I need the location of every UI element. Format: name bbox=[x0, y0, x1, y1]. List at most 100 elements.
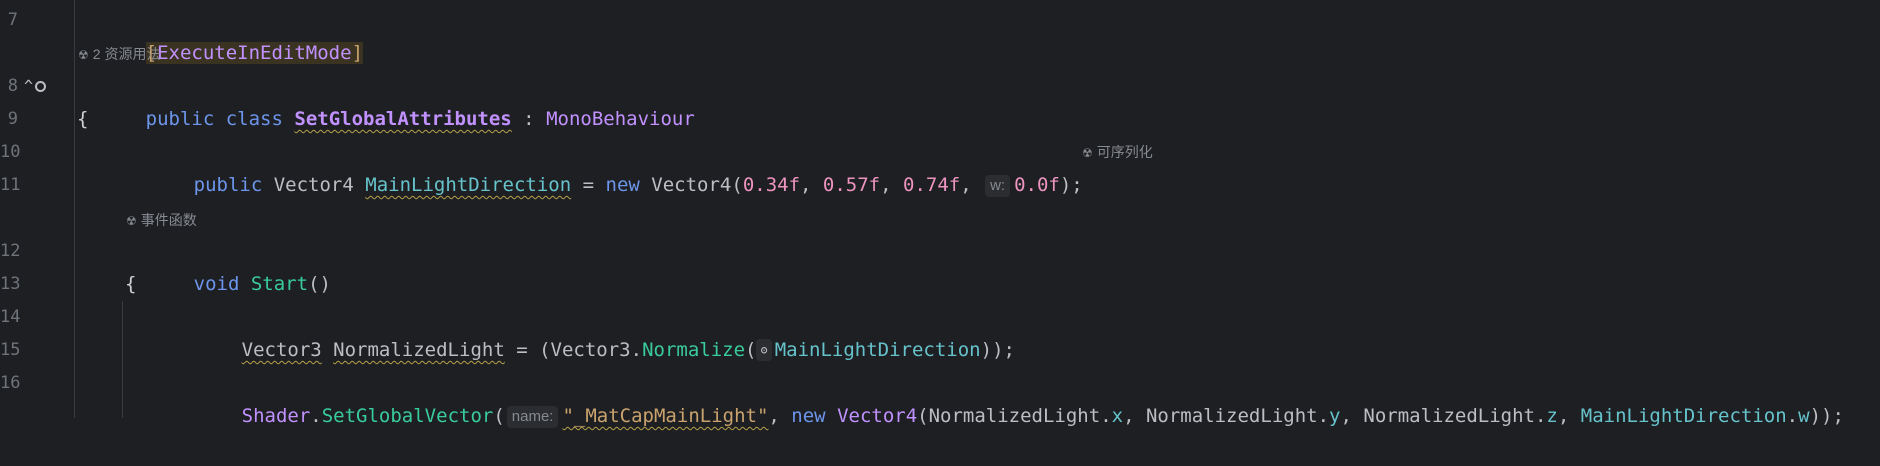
code-line-13[interactable]: { bbox=[125, 268, 136, 301]
unity-component-icon[interactable] bbox=[35, 81, 47, 92]
code-editor[interactable]: 7 8 ^ 9 10 11 12 13 14 15 16 [ExecuteInE… bbox=[0, 0, 1880, 428]
paren: ( bbox=[493, 405, 505, 427]
keyword: public bbox=[145, 108, 215, 130]
operator: = bbox=[504, 339, 540, 361]
unity-icon: ☢ bbox=[126, 214, 137, 228]
string-literal[interactable]: "_MatCapMainLight" bbox=[562, 405, 768, 427]
class-name[interactable]: Shader bbox=[242, 405, 311, 427]
editor-gutter[interactable]: 7 8 ^ 9 10 11 12 13 14 15 16 bbox=[0, 0, 75, 418]
code-line-9[interactable]: { bbox=[77, 103, 88, 136]
code-line-7[interactable]: [ExecuteInEditMode] bbox=[77, 4, 364, 64]
parameter-name-inlay-hint: w: bbox=[985, 175, 1011, 197]
constructor-name[interactable]: Vector4 bbox=[837, 405, 917, 427]
code-area[interactable]: [ExecuteInEditMode] ☢ 2 资源用法 public class… bbox=[76, 0, 1880, 428]
usages-hint-text: 2 资源用法 bbox=[92, 46, 161, 62]
field-name[interactable]: MainLightDirection bbox=[365, 174, 571, 196]
dot: . bbox=[1317, 405, 1330, 427]
comma: , bbox=[1340, 405, 1364, 427]
open-brace: { bbox=[77, 108, 89, 130]
field-reference[interactable]: MainLightDirection bbox=[775, 339, 981, 361]
method-name[interactable]: Normalize bbox=[642, 339, 745, 361]
keyword: void bbox=[193, 273, 240, 295]
keyword: new bbox=[791, 405, 826, 427]
dot: . bbox=[1534, 405, 1547, 427]
paren: ( bbox=[917, 405, 929, 427]
keyword: new bbox=[605, 174, 640, 196]
serializable-hint-text: 可序列化 bbox=[1096, 144, 1153, 160]
variable-reference[interactable]: NormalizedLight bbox=[929, 405, 1101, 427]
method-name[interactable]: SetGlobalVector bbox=[322, 405, 494, 427]
field-reference[interactable]: y bbox=[1329, 405, 1340, 427]
variable-reference[interactable]: NormalizedLight bbox=[1146, 405, 1318, 427]
serializable-code-vision-hint[interactable]: ☢ 可序列化 bbox=[1082, 136, 1153, 169]
comma: , bbox=[800, 174, 823, 196]
line-number: 11 bbox=[0, 175, 21, 195]
line-number: 13 bbox=[0, 274, 21, 294]
constructor-name[interactable]: Vector4 bbox=[651, 174, 731, 196]
comma: , bbox=[1557, 405, 1581, 427]
operator: = bbox=[571, 174, 606, 196]
variable-name[interactable]: NormalizedLight bbox=[333, 339, 505, 361]
parens: () bbox=[308, 273, 331, 295]
code-line-16[interactable]: Shader.SetGlobalVector(name: "_MatCapMain… bbox=[173, 367, 1844, 428]
gutter-line-13: 13 bbox=[0, 268, 74, 301]
attribute-name[interactable]: ExecuteInEditMode bbox=[157, 42, 352, 64]
line-number: 9 bbox=[7, 109, 18, 129]
gutter-line-14: 14 bbox=[0, 301, 74, 334]
paren: ( bbox=[731, 174, 743, 196]
up-arrow-icon[interactable]: ^ bbox=[24, 77, 33, 95]
usages-code-vision-hint[interactable]: ☢ 2 资源用法 bbox=[78, 38, 160, 71]
dot: . bbox=[1786, 405, 1799, 427]
type-name[interactable]: Vector4 bbox=[274, 174, 354, 196]
type-name[interactable]: Vector3 bbox=[242, 339, 322, 361]
code-line-12[interactable]: void Start() bbox=[125, 235, 331, 295]
gutter-line-12: 12 bbox=[0, 235, 74, 268]
paren: ( bbox=[745, 339, 757, 361]
colon: : bbox=[511, 108, 547, 130]
method-name[interactable]: Start bbox=[251, 273, 308, 295]
class-name[interactable]: Vector3 bbox=[551, 339, 631, 361]
comma: , bbox=[880, 174, 903, 196]
dot: . bbox=[630, 339, 643, 361]
class-name[interactable]: SetGlobalAttributes bbox=[294, 108, 511, 130]
keyword: public bbox=[193, 174, 263, 196]
statement-end: ); bbox=[1059, 174, 1083, 196]
keyword: class bbox=[225, 108, 283, 130]
line-number: 12 bbox=[0, 241, 21, 261]
gutter-line-8: 8 ^ bbox=[0, 70, 74, 103]
line-number: 15 bbox=[0, 340, 21, 360]
gutter-line-11: 11 bbox=[0, 169, 74, 202]
event-function-hint-text: 事件函数 bbox=[140, 212, 197, 228]
line-number: 14 bbox=[0, 307, 21, 327]
line-number: 8 bbox=[7, 76, 18, 96]
parameter-name-inlay-hint: name: bbox=[506, 406, 559, 428]
event-function-code-vision-hint[interactable]: ☢ 事件函数 bbox=[126, 204, 197, 237]
gutter-line-9: 9 bbox=[0, 103, 74, 136]
comma: , bbox=[1123, 405, 1146, 427]
code-line-8[interactable]: public class SetGlobalAttributes : MonoB… bbox=[77, 70, 695, 130]
number-literal: 0.34f bbox=[742, 174, 801, 196]
gutter-line-15: 15 bbox=[0, 334, 74, 367]
dot: . bbox=[1100, 405, 1112, 427]
field-reference[interactable]: z bbox=[1546, 405, 1557, 427]
base-class-name[interactable]: MonoBehaviour bbox=[546, 108, 695, 130]
field-reference[interactable]: w bbox=[1798, 405, 1809, 427]
implementation-gutter-icons[interactable]: ^ bbox=[24, 70, 47, 103]
unity-icon: ☢ bbox=[78, 48, 89, 62]
field-reference[interactable]: x bbox=[1112, 405, 1123, 427]
paren: ( bbox=[539, 339, 551, 361]
line-number: 10 bbox=[0, 142, 21, 162]
attribute-close-bracket: ] bbox=[351, 42, 364, 64]
gutter-line-7: 7 bbox=[0, 4, 74, 37]
code-line-10[interactable]: public Vector4 MainLightDirection = new … bbox=[125, 136, 1083, 197]
variable-reference[interactable]: NormalizedLight bbox=[1363, 405, 1535, 427]
number-literal: 0.74f bbox=[903, 174, 961, 196]
statement-end: )); bbox=[1809, 405, 1844, 427]
indent-guide bbox=[122, 301, 123, 418]
field-reference[interactable]: MainLightDirection bbox=[1581, 405, 1787, 427]
glasses-icon: ʘ bbox=[756, 339, 772, 361]
statement-end: )); bbox=[980, 339, 1015, 361]
code-line-14[interactable]: Vector3 NormalizedLight = (Vector3.Norma… bbox=[173, 301, 1015, 361]
unity-icon: ☢ bbox=[1082, 146, 1093, 160]
comma: , bbox=[768, 405, 792, 427]
